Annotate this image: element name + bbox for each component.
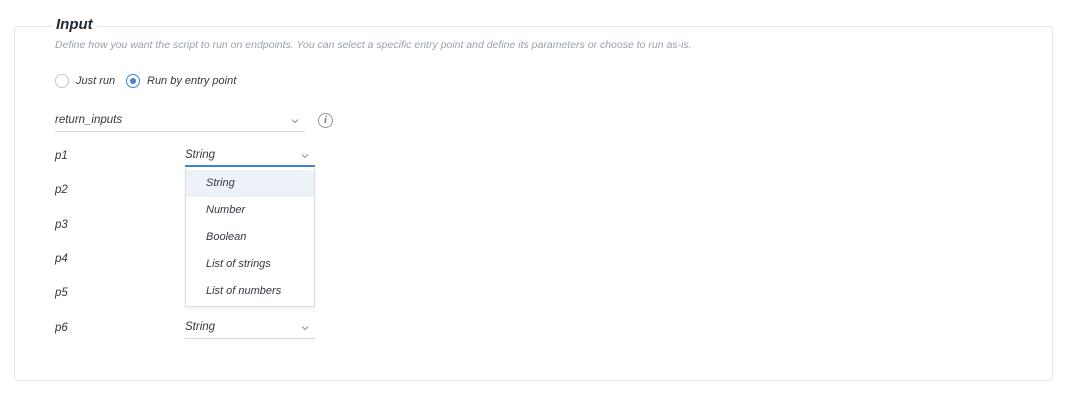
param-label-p6: p6: [55, 322, 68, 334]
radio-run-by-entry-point[interactable]: Run by entry point: [126, 73, 236, 89]
param-label-p4: p4: [55, 253, 68, 265]
radio-label: Just run: [76, 75, 116, 87]
param-label-p1: p1: [55, 150, 68, 162]
chevron-down-icon: [301, 154, 309, 159]
dropdown-option-string[interactable]: String: [186, 170, 314, 197]
param-label-p2: p2: [55, 184, 68, 196]
info-icon[interactable]: i: [318, 113, 333, 128]
param-label-p5: p5: [55, 287, 68, 299]
chevron-down-icon: [291, 119, 299, 124]
p1-type-select[interactable]: String: [185, 147, 315, 167]
p6-type-value: String: [185, 321, 216, 333]
param-label-p3: p3: [55, 219, 68, 231]
dropdown-option-boolean[interactable]: Boolean: [186, 224, 314, 251]
radio-circle-checked[interactable]: [126, 74, 140, 88]
chevron-down-icon: [301, 326, 309, 331]
radio-just-run[interactable]: Just run: [55, 73, 115, 89]
p1-type-value: String: [185, 149, 216, 161]
radio-label: Run by entry point: [147, 75, 237, 87]
section-description: Define how you want the script to run on…: [55, 39, 692, 51]
entry-point-value: return_inputs: [55, 114, 123, 126]
section-title: Input: [52, 15, 97, 35]
type-dropdown-menu: String Number Boolean List of strings Li…: [185, 168, 315, 307]
dropdown-option-list-of-numbers[interactable]: List of numbers: [186, 278, 314, 305]
entry-point-select[interactable]: return_inputs: [55, 112, 305, 132]
dropdown-option-number[interactable]: Number: [186, 197, 314, 224]
p6-type-select[interactable]: String: [185, 319, 315, 339]
dropdown-option-list-of-strings[interactable]: List of strings: [186, 251, 314, 278]
radio-circle[interactable]: [55, 74, 69, 88]
